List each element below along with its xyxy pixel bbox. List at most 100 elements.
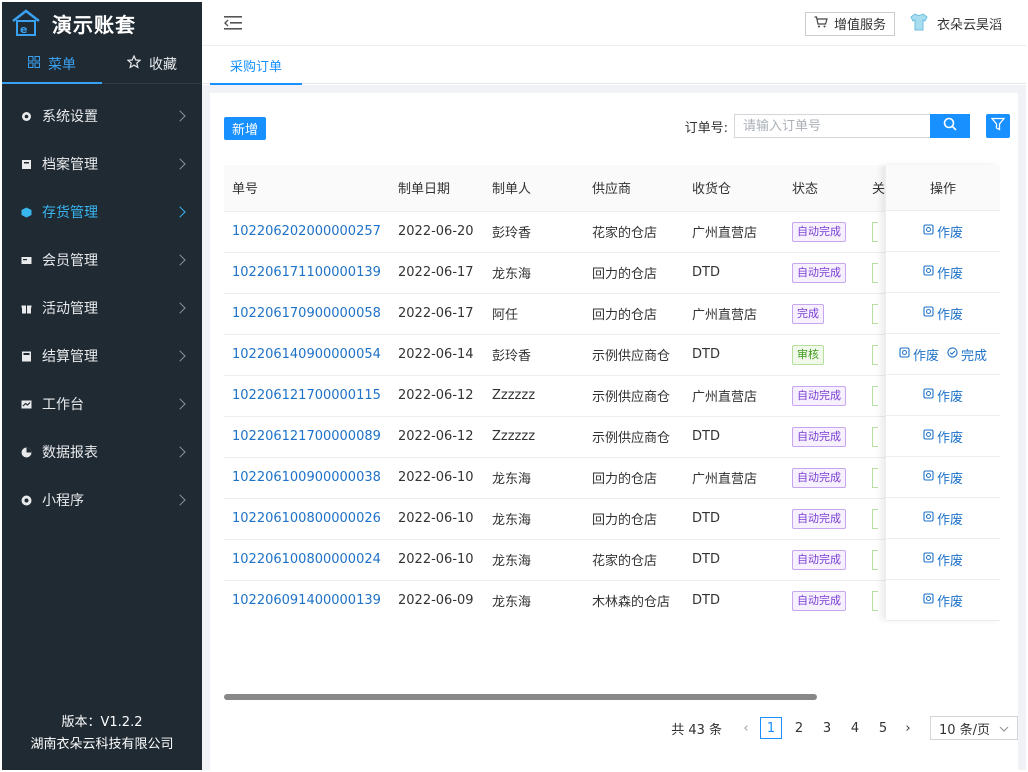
extra-tag [872, 221, 878, 242]
table-row[interactable]: 102206202000000257 2022-06-20 彭玲香 花家的仓店 广州直营… [224, 211, 1000, 253]
sidebar-item-workbench[interactable]: 工作台 [2, 380, 202, 428]
table-row[interactable]: 102206100800000024 2022-06-10 龙东海 花家的仓店 DTD 自… [224, 539, 1000, 581]
order-number-link[interactable]: 102206121700000115 [232, 388, 381, 403]
sidebar-item-member[interactable]: 会员管理 [2, 236, 202, 284]
sidebar-item-system-settings[interactable]: 系统设置 [2, 92, 202, 140]
sidebar-item-label: 结算管理 [42, 349, 98, 365]
order-number-link[interactable]: 102206100800000026 [232, 511, 381, 526]
table-row[interactable]: 102206100800000026 2022-06-10 龙东海 回力的仓店 DTD 自… [224, 498, 1000, 540]
sidebar-item-settlement[interactable]: 结算管理 [2, 332, 202, 380]
gift-icon [20, 302, 32, 314]
page-button-3[interactable]: 3 [816, 717, 838, 739]
void-button[interactable]: 作废 [899, 345, 939, 364]
column-header-order[interactable]: 单号 [224, 165, 390, 212]
filter-icon [990, 117, 1006, 135]
sidebar-item-label: 会员管理 [42, 253, 98, 269]
tab-purchase-order[interactable]: 采购订单 [210, 46, 303, 85]
cart-icon [814, 15, 828, 32]
column-header-warehouse[interactable]: 收货仓 [684, 165, 784, 212]
value-added-service-button[interactable]: 增值服务 [804, 11, 895, 36]
chevron-right-icon [174, 446, 186, 458]
order-number-link[interactable]: 102206091400000139 [232, 593, 381, 608]
date-cell: 2022-06-10 [390, 457, 484, 499]
search-area: 订单号: [685, 114, 970, 138]
table-row[interactable]: 102206170900000058 2022-06-17 阿任 回力的仓店 广州直营店… [224, 293, 1000, 335]
search-button[interactable] [930, 114, 970, 138]
date-cell: 2022-06-10 [390, 498, 484, 540]
table-row[interactable]: 102206121700000089 2022-06-12 Zzzzzz 示例供应商仓… [224, 416, 1000, 458]
order-number-link[interactable]: 102206100900000038 [232, 470, 381, 485]
column-header-supplier[interactable]: 供应商 [584, 165, 684, 212]
menu-toggle-icon[interactable] [224, 15, 246, 33]
sidebar-item-label: 小程序 [42, 493, 84, 509]
page-button-5[interactable]: 5 [872, 717, 894, 739]
void-button[interactable]: 作废 [923, 550, 963, 569]
date-cell: 2022-06-09 [390, 580, 484, 620]
supplier-cell: 回力的仓店 [584, 293, 684, 335]
order-number-link[interactable]: 102206170900000058 [232, 306, 381, 321]
void-button[interactable]: 作废 [923, 427, 963, 446]
chevron-right-icon [174, 398, 186, 410]
column-header-status[interactable]: 状态 [784, 165, 864, 212]
date-cell: 2022-06-17 [390, 293, 484, 335]
order-number-link[interactable]: 102206171100000139 [232, 265, 381, 280]
void-button[interactable]: 作废 [923, 591, 963, 610]
table-row[interactable]: 102206171100000139 2022-06-17 龙东海 回力的仓店 DTD 自… [224, 252, 1000, 294]
void-button[interactable]: 作废 [923, 468, 963, 487]
complete-button[interactable]: 完成 [947, 345, 987, 364]
sidebar-item-label: 档案管理 [42, 157, 98, 173]
supplier-cell: 木林森的仓店 [584, 580, 684, 620]
user-menu[interactable]: 衣朵云昊滔 [909, 12, 1002, 35]
void-icon [923, 551, 934, 567]
sidebar-item-miniapp[interactable]: 小程序 [2, 476, 202, 524]
creator-cell: 龙东海 [484, 252, 584, 294]
void-button[interactable]: 作废 [923, 386, 963, 405]
sidebar-item-reports[interactable]: 数据报表 [2, 428, 202, 476]
order-number-link[interactable]: 102206100800000024 [232, 552, 381, 567]
column-header-date[interactable]: 制单日期 [390, 165, 484, 212]
order-number-link[interactable]: 102206121700000089 [232, 429, 381, 444]
status-badge: 审核 [792, 344, 824, 365]
void-icon [923, 305, 934, 321]
content-area: 新增 订单号: 单号 制单 [202, 85, 1026, 770]
void-button[interactable]: 作废 [923, 263, 963, 282]
void-button[interactable]: 作废 [923, 222, 963, 241]
status-cell: 自动完成 [784, 252, 864, 294]
warehouse-cell: 广州直营店 [684, 457, 784, 499]
prev-page-button[interactable]: ‹ [738, 721, 754, 736]
sidebar-item-archive[interactable]: 档案管理 [2, 140, 202, 188]
filter-button[interactable] [986, 114, 1010, 138]
order-number-link[interactable]: 102206140900000054 [232, 347, 381, 362]
sidebar-menu: 系统设置 档案管理 存货管理 会员管理 活动管理 结算管理 工作台 数据报表 小… [2, 92, 202, 524]
column-header-actions: 操作 [886, 165, 1000, 211]
sidebar-item-activity[interactable]: 活动管理 [2, 284, 202, 332]
order-number-input[interactable] [734, 114, 930, 138]
status-cell: 自动完成 [784, 457, 864, 499]
table-row[interactable]: 102206140900000054 2022-06-14 彭玲香 示例供应商仓 DTD… [224, 334, 1000, 376]
sidebar-tab-favorites[interactable]: 收藏 [102, 44, 202, 83]
action-label: 作废 [936, 225, 963, 241]
page-button-4[interactable]: 4 [844, 717, 866, 739]
table-row[interactable]: 102206091400000139 2022-06-09 龙东海 木林森的仓店 DTD… [224, 580, 1000, 620]
status-cell: 自动完成 [784, 211, 864, 253]
svg-text:e: e [20, 23, 27, 36]
page-button-2[interactable]: 2 [788, 717, 810, 739]
add-button[interactable]: 新增 [224, 117, 267, 140]
status-cell: 审核 [784, 334, 864, 376]
grid-icon [28, 55, 40, 72]
sidebar-tab-menu[interactable]: 菜单 [2, 44, 102, 84]
horizontal-scrollbar[interactable] [224, 694, 817, 700]
page-size-select[interactable]: 10 条/页 [930, 716, 1018, 740]
warehouse-cell: DTD [684, 539, 784, 581]
sidebar-item-inventory[interactable]: 存货管理 [2, 188, 202, 236]
void-icon [923, 264, 934, 280]
column-header-creator[interactable]: 制单人 [484, 165, 584, 212]
status-badge: 自动完成 [792, 467, 846, 488]
void-button[interactable]: 作废 [923, 509, 963, 528]
void-button[interactable]: 作废 [923, 304, 963, 323]
table-row[interactable]: 102206121700000115 2022-06-12 Zzzzzz 示例供应商仓… [224, 375, 1000, 417]
order-number-link[interactable]: 102206202000000257 [232, 224, 381, 239]
page-button-1[interactable]: 1 [760, 717, 782, 739]
table-row[interactable]: 102206100900000038 2022-06-10 龙东海 回力的仓店 广州直营… [224, 457, 1000, 499]
next-page-button[interactable]: › [900, 721, 916, 736]
